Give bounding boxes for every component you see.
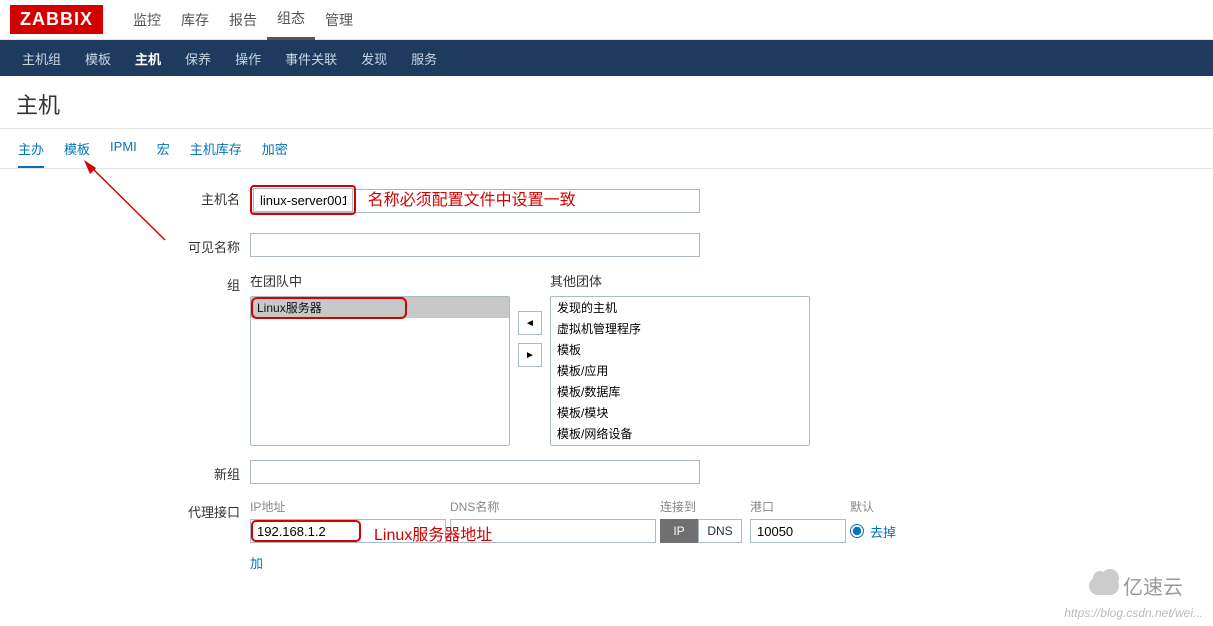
subnav-discover[interactable]: 发现: [349, 40, 399, 76]
host-form: 主机名 名称必须配置文件中设置一致 document.querySelector…: [0, 169, 1213, 626]
tab-template[interactable]: 模板: [64, 139, 90, 168]
top-nav-admin[interactable]: 管理: [315, 0, 363, 40]
hostname-label: 主机名: [0, 185, 250, 208]
subnav-hostgroup[interactable]: 主机组: [10, 40, 73, 76]
yisu-logo: 亿速云: [1089, 571, 1183, 600]
tab-macro[interactable]: 宏: [157, 139, 170, 168]
top-nav-monitor[interactable]: 监控: [123, 0, 171, 40]
cloud-icon: [1089, 577, 1119, 595]
visible-name-input[interactable]: [250, 233, 700, 257]
ip-annotation: Linux服务器地址: [374, 521, 492, 545]
subnav-maintain[interactable]: 保养: [173, 40, 223, 76]
subnav-service[interactable]: 服务: [399, 40, 449, 76]
list-item[interactable]: 模板/操作系统: [551, 444, 809, 446]
sub-menu-bar: 主机组 模板 主机 保养 操作 事件关联 发现 服务: [0, 40, 1213, 76]
in-groups-label: 在团队中: [250, 271, 510, 290]
tab-inventory[interactable]: 主机库存: [190, 139, 242, 168]
tab-ipmi[interactable]: IPMI: [110, 139, 137, 168]
tab-bar: 主办 模板 IPMI 宏 主机库存 加密: [0, 129, 1213, 169]
move-right-button[interactable]: ►: [518, 343, 542, 367]
hostname-highlight: [250, 185, 356, 215]
list-item[interactable]: 发现的主机: [551, 297, 809, 318]
add-iface-link[interactable]: 加: [250, 556, 263, 571]
list-item[interactable]: 虚拟机管理程序: [551, 318, 809, 339]
ip-col-label: IP地址: [250, 498, 450, 515]
visible-label: 可见名称: [0, 233, 250, 256]
move-left-button[interactable]: ◄: [518, 311, 542, 335]
watermark: https://blog.csdn.net/wei...: [1064, 606, 1203, 620]
list-item[interactable]: Linux服务器: [251, 297, 509, 318]
top-nav-config[interactable]: 组态: [267, 0, 315, 40]
list-item[interactable]: 模板/模块: [551, 402, 809, 423]
list-item[interactable]: 模板/网络设备: [551, 423, 809, 444]
newgroup-label: 新组: [0, 460, 250, 483]
default-col-label: 默认: [850, 498, 930, 515]
in-groups-listbox[interactable]: Linux服务器: [250, 296, 510, 446]
remove-link[interactable]: 去掉: [870, 522, 896, 541]
groups-label: 组: [0, 271, 250, 294]
top-nav-report[interactable]: 报告: [219, 0, 267, 40]
subnav-host[interactable]: 主机: [123, 40, 173, 76]
list-item[interactable]: 模板: [551, 339, 809, 360]
page-title: 主机: [0, 76, 1213, 129]
conn-ip-button[interactable]: IP: [660, 519, 698, 543]
other-groups-label: 其他团体: [550, 271, 810, 290]
list-item[interactable]: 模板/应用: [551, 360, 809, 381]
port-input[interactable]: [750, 519, 846, 543]
zabbix-logo: ZABBIX: [10, 5, 103, 34]
hostname-annotation: 名称必须配置文件中设置一致: [368, 192, 576, 209]
tab-encrypt[interactable]: 加密: [262, 139, 288, 168]
subnav-action[interactable]: 操作: [223, 40, 273, 76]
top-nav-inventory[interactable]: 库存: [171, 0, 219, 40]
other-groups-listbox[interactable]: 发现的主机 虚拟机管理程序 模板 模板/应用 模板/数据库 模板/模块 模板/网…: [550, 296, 810, 446]
hostname-input[interactable]: [253, 188, 353, 212]
list-item[interactable]: 模板/数据库: [551, 381, 809, 402]
default-radio[interactable]: [850, 524, 864, 538]
subnav-template[interactable]: 模板: [73, 40, 123, 76]
conn-dns-button[interactable]: DNS: [698, 519, 742, 543]
dns-col-label: DNS名称: [450, 498, 660, 515]
conn-col-label: 连接到: [660, 498, 750, 515]
iface-label: 代理接口: [0, 498, 250, 521]
top-menu-bar: ZABBIX 监控 库存 报告 组态 管理: [0, 0, 1213, 40]
port-col-label: 港口: [750, 498, 850, 515]
new-group-input[interactable]: [250, 460, 700, 484]
subnav-eventcorr[interactable]: 事件关联: [273, 40, 349, 76]
tab-host[interactable]: 主办: [18, 139, 44, 168]
